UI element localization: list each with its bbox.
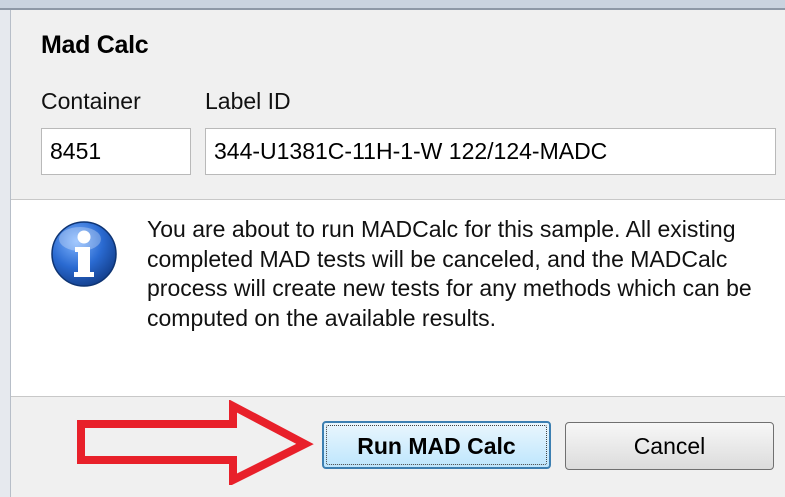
window-top-border [0,0,785,10]
container-field[interactable]: 8451 [41,128,191,175]
window-left-border [0,10,11,497]
label-id-field[interactable]: 344-U1381C-11H-1-W 122/124-MADC [205,128,776,175]
divider-bottom [11,396,785,397]
red-outline-arrow [77,400,314,485]
confirmation-message: You are about to run MADCalc for this sa… [147,216,752,331]
container-label: Container [41,88,141,114]
cancel-button[interactable]: Cancel [565,422,774,470]
info-icon [51,221,117,287]
run-mad-calc-button[interactable]: Run MAD Calc [322,421,551,469]
dialog-title: Mad Calc [41,31,149,59]
label-id-label: Label ID [205,88,291,114]
